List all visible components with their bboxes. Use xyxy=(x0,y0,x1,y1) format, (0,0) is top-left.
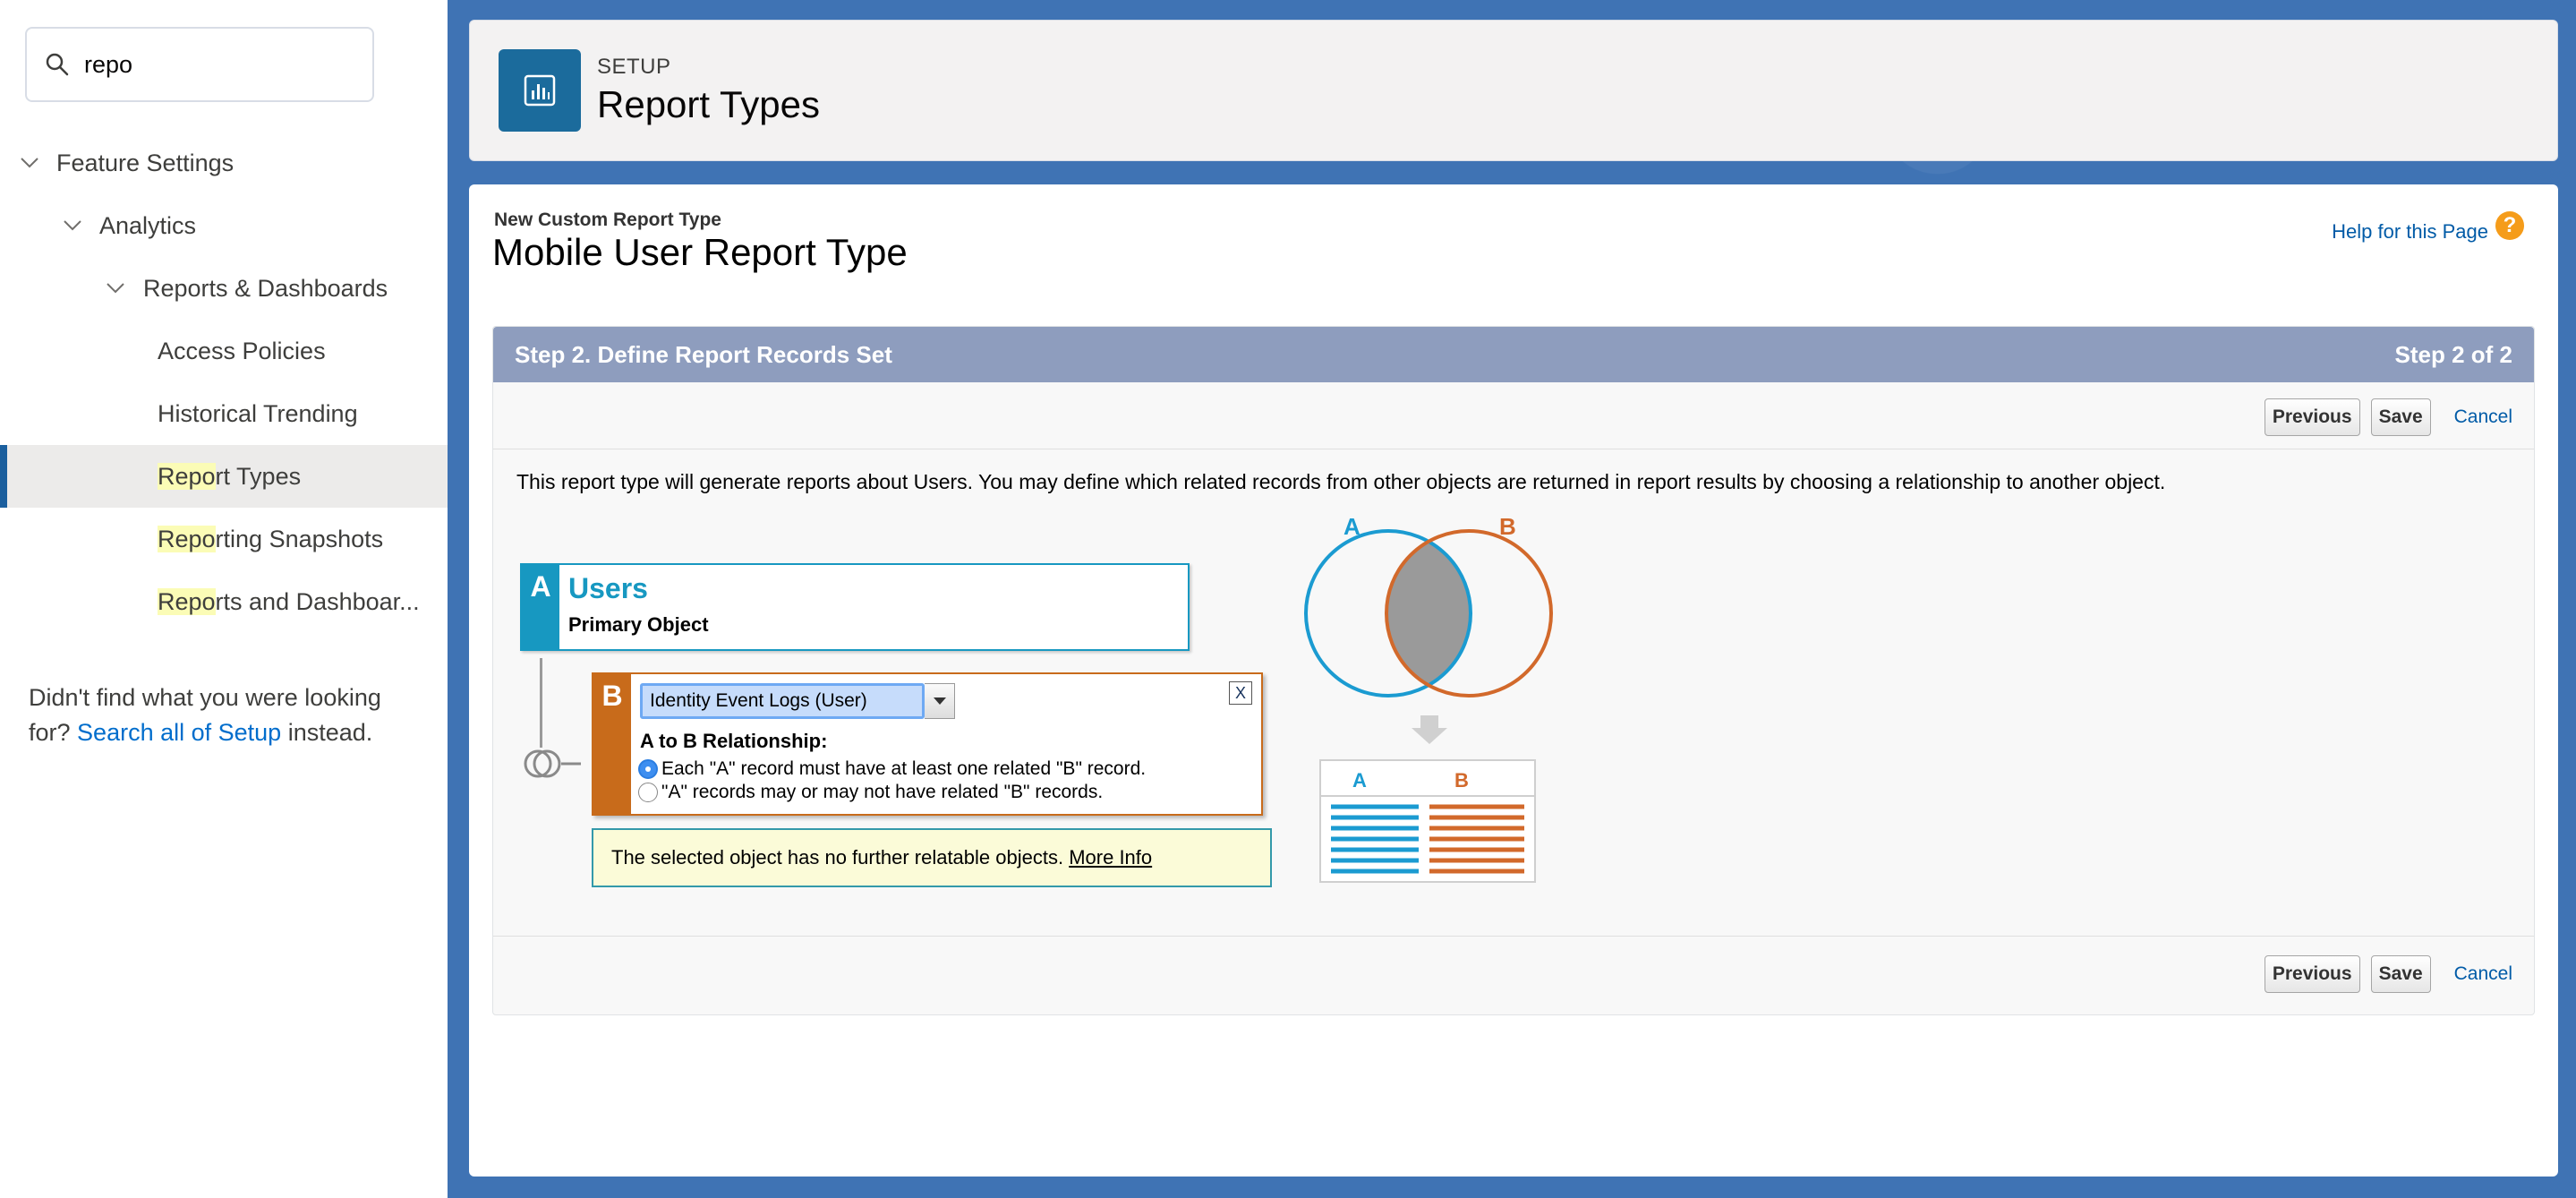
not-found-suffix: instead. xyxy=(287,719,373,746)
tree-item-analytics[interactable]: Analytics xyxy=(0,194,448,257)
table-label-a: A xyxy=(1352,769,1367,792)
tree-item-label: Analytics xyxy=(99,211,197,239)
sidebar-item-label: Reports and Dashboar... xyxy=(158,587,420,616)
step-title: Step 2. Define Report Records Set xyxy=(515,341,892,368)
setup-sidebar: Feature Settings Analytics Reports & Das… xyxy=(0,0,448,1198)
report-chart-icon xyxy=(499,49,581,132)
select-value[interactable]: Identity Event Logs (User) xyxy=(640,683,925,719)
sidebar-item-report-types[interactable]: Report Types xyxy=(0,445,448,508)
arrow-down-icon xyxy=(1412,728,1447,744)
report-type-title: Mobile User Report Type xyxy=(492,231,908,273)
relationship-option-required[interactable]: Each "A" record must have at least one r… xyxy=(638,758,1146,780)
option-label: Each "A" record must have at least one r… xyxy=(661,758,1147,779)
intro-text: This report type will generate reports a… xyxy=(516,470,2166,493)
search-all-setup-link[interactable]: Search all of Setup xyxy=(77,719,281,746)
tree-item-label: Reports & Dashboards xyxy=(143,274,388,302)
report-type-eyebrow: New Custom Report Type xyxy=(494,210,721,230)
sidebar-item-reporting-snapshots[interactable]: Reporting Snapshots xyxy=(0,508,448,570)
more-info-link[interactable]: More Info xyxy=(1069,846,1152,869)
info-message: The selected object has no further relat… xyxy=(592,828,1272,887)
step-panel: Step 2. Define Report Records Set Step 2… xyxy=(492,326,2535,1015)
step-header: Step 2. Define Report Records Set Step 2… xyxy=(493,327,2534,382)
chevron-down-icon[interactable] xyxy=(106,282,125,295)
search-highlight: Repo xyxy=(158,462,216,490)
sidebar-item-access-policies[interactable]: Access Policies xyxy=(0,320,448,382)
chevron-down-icon[interactable] xyxy=(925,683,955,719)
sidebar-item-historical-trending[interactable]: Historical Trending xyxy=(0,382,448,445)
save-button[interactable]: Save xyxy=(2370,398,2431,436)
previous-button[interactable]: Previous xyxy=(2264,398,2360,436)
page-title: Report Types xyxy=(597,83,821,125)
divider xyxy=(493,936,2534,937)
quick-find-search[interactable] xyxy=(25,27,374,102)
sidebar-item-label: Access Policies xyxy=(158,337,326,364)
radio-unchecked[interactable] xyxy=(638,783,658,802)
sidebar-item-reports-and-dashboards[interactable]: Reports and Dashboar... xyxy=(0,570,448,633)
info-text: The selected object has no further relat… xyxy=(611,846,1064,869)
help-link[interactable]: Help for this Page xyxy=(2332,220,2488,244)
related-object-select[interactable]: Identity Event Logs (User) xyxy=(640,683,955,719)
object-b-tag: B xyxy=(593,674,631,814)
cancel-link[interactable]: Cancel xyxy=(2454,406,2512,428)
primary-object-box: A Users Primary Object xyxy=(520,563,1190,651)
search-highlight: Repo xyxy=(158,587,216,615)
chevron-down-icon[interactable] xyxy=(63,219,82,232)
search-icon xyxy=(46,53,69,76)
relationship-illustration: A B A B xyxy=(1304,517,1553,883)
relationship-connector xyxy=(540,658,542,748)
not-found-message: Didn't find what you were looking for? S… xyxy=(29,680,414,750)
chevron-down-icon[interactable] xyxy=(20,157,39,169)
top-button-row: Previous Save Cancel xyxy=(2264,398,2512,436)
table-rows-a xyxy=(1331,804,1419,874)
header-eyebrow: SETUP xyxy=(597,55,671,79)
tree-item-feature-settings[interactable]: Feature Settings xyxy=(0,132,448,194)
sidebar-item-label: Historical Trending xyxy=(158,399,358,427)
setup-header: SETUP Report Types xyxy=(469,20,2558,161)
previous-button[interactable]: Previous xyxy=(2264,955,2360,993)
table-label-b: B xyxy=(1454,769,1469,792)
label-rest: rts and Dashboar... xyxy=(215,587,420,615)
content-card: New Custom Report Type Mobile User Repor… xyxy=(469,184,2558,1177)
relationship-option-optional[interactable]: "A" records may or may not have related … xyxy=(638,782,1103,803)
tree-item-label: Feature Settings xyxy=(56,149,235,176)
cancel-link[interactable]: Cancel xyxy=(2454,963,2512,985)
remove-object-button[interactable]: X xyxy=(1229,681,1252,705)
object-a-name: Users xyxy=(568,572,648,604)
table-rows-b xyxy=(1429,804,1524,874)
help-icon[interactable]: ? xyxy=(2495,211,2524,240)
save-button[interactable]: Save xyxy=(2370,955,2431,993)
object-a-tag: A xyxy=(522,565,559,649)
related-object-box: B Identity Event Logs (User) X A to B Re… xyxy=(592,672,1263,816)
label-rest: rting Snapshots xyxy=(215,525,384,552)
label-rest: rt Types xyxy=(215,462,302,490)
sidebar-item-label: Report Types xyxy=(158,462,302,491)
step-counter: Step 2 of 2 xyxy=(2394,341,2512,368)
tree-item-reports-dashboards[interactable]: Reports & Dashboards xyxy=(0,257,448,320)
sidebar-item-label: Reporting Snapshots xyxy=(158,525,384,553)
search-highlight: Repo xyxy=(158,525,216,552)
relationship-label: A to B Relationship: xyxy=(640,730,828,752)
search-input[interactable] xyxy=(82,49,354,80)
object-a-subtitle: Primary Object xyxy=(568,613,709,636)
link-rings-icon xyxy=(524,749,581,778)
option-label: "A" records may or may not have related … xyxy=(661,782,1104,802)
radio-checked[interactable] xyxy=(638,759,658,779)
bottom-button-row: Previous Save Cancel xyxy=(2264,955,2512,993)
arrow-down-icon xyxy=(1420,715,1438,728)
